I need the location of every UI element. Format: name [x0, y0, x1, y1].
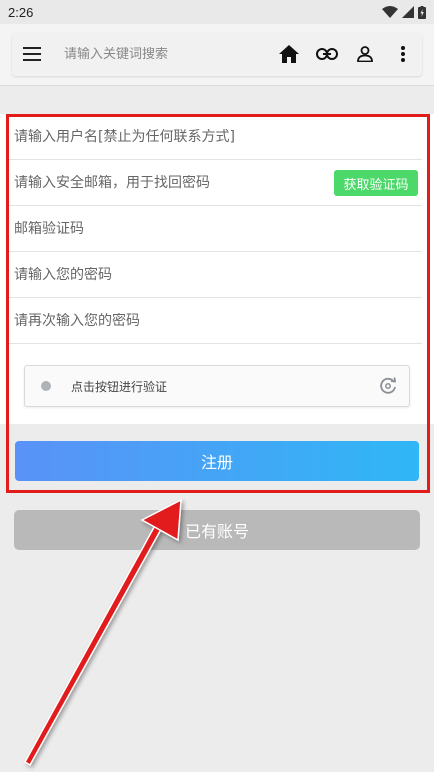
- get-code-button[interactable]: 获取验证码: [334, 170, 418, 196]
- search-input[interactable]: [52, 46, 270, 62]
- battery-icon: [418, 5, 426, 19]
- divider: [0, 424, 434, 438]
- register-button[interactable]: 注册: [15, 441, 419, 481]
- menu-icon[interactable]: [12, 32, 52, 76]
- captcha-widget[interactable]: 点击按钮进行验证: [24, 365, 410, 407]
- status-icons: [382, 5, 426, 19]
- user-icon[interactable]: [346, 32, 384, 76]
- search-bar: [12, 32, 422, 76]
- email-code-field-row: [8, 206, 422, 252]
- signal-icon: [402, 6, 414, 18]
- username-field-row: [8, 114, 422, 160]
- confirm-password-input[interactable]: [8, 312, 422, 329]
- refresh-icon[interactable]: [377, 375, 399, 397]
- register-form: 获取验证码 点击按钮进行验证: [0, 114, 434, 424]
- username-input[interactable]: [8, 128, 422, 145]
- captcha-label: 点击按钮进行验证: [71, 379, 168, 394]
- status-time: 2:26: [8, 4, 34, 20]
- have-account-button[interactable]: 已有账号: [14, 510, 420, 550]
- password-field-row: [8, 252, 422, 298]
- captcha-dot-icon: [41, 381, 51, 391]
- email-field-row: 获取验证码: [8, 160, 422, 206]
- status-bar: 2:26: [0, 0, 434, 24]
- link-icon[interactable]: [308, 32, 346, 76]
- header: [0, 24, 434, 86]
- email-code-input[interactable]: [8, 220, 422, 237]
- wifi-icon: [382, 6, 398, 18]
- home-icon[interactable]: [270, 32, 308, 76]
- confirm-password-field-row: [8, 298, 422, 344]
- more-vertical-icon[interactable]: [384, 32, 422, 76]
- password-input[interactable]: [8, 266, 422, 283]
